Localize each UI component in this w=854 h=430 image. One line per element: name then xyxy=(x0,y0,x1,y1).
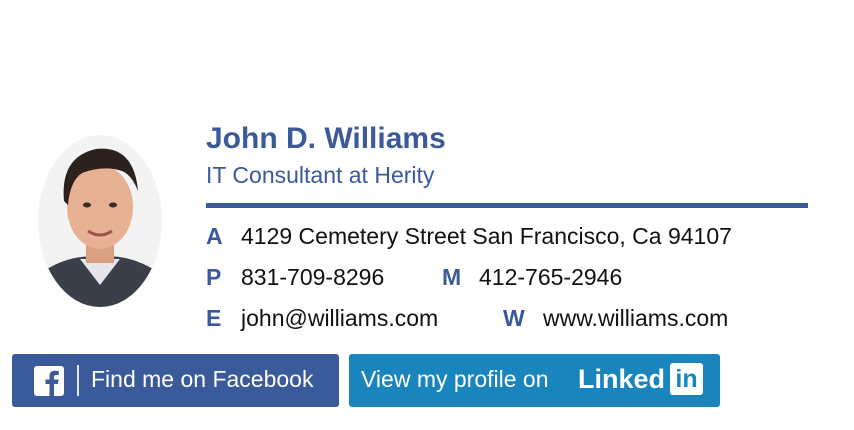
linkedin-icon: in xyxy=(670,363,703,395)
person-title: IT Consultant at Herity xyxy=(206,162,435,188)
mobile-label: M xyxy=(442,264,462,290)
website-link[interactable]: www.williams.com xyxy=(543,305,728,332)
person-name: John D. Williams xyxy=(206,122,446,155)
avatar xyxy=(38,135,162,307)
linkedin-button[interactable]: View my profile on Linked xyxy=(349,354,720,407)
facebook-button-label: Find me on Facebook xyxy=(91,366,314,392)
address-text: 4129 Cemetery Street San Francisco, Ca 9… xyxy=(241,223,732,249)
web-label: W xyxy=(503,305,525,331)
email-link[interactable]: john@williams.com xyxy=(241,305,438,332)
linkedin-button-label: View my profile on xyxy=(361,366,549,392)
button-divider xyxy=(77,365,79,396)
mobile-number[interactable]: 412-765-2946 xyxy=(479,264,622,291)
facebook-icon xyxy=(34,366,64,396)
phone-number[interactable]: 831-709-8296 xyxy=(241,264,384,291)
divider xyxy=(206,203,808,208)
phone-label: P xyxy=(206,264,222,290)
address-label: A xyxy=(206,223,223,249)
linkedin-wordmark: Linked xyxy=(578,364,666,394)
email-label: E xyxy=(206,305,222,331)
facebook-button[interactable]: Find me on Facebook xyxy=(12,354,339,407)
